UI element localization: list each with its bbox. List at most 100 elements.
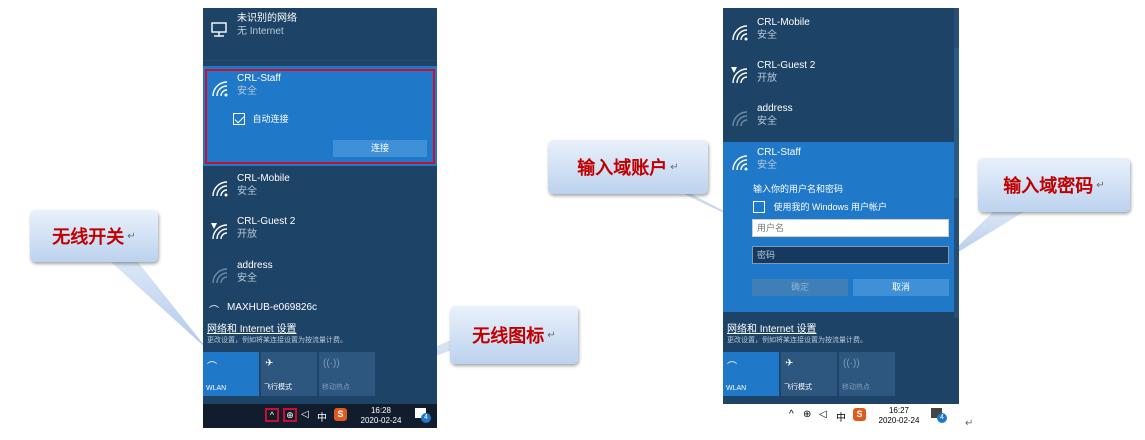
ok-button[interactable]: 确定 xyxy=(752,279,848,296)
callout-text: 输入域账户 xyxy=(577,158,668,179)
volume-icon[interactable]: ◁ xyxy=(301,409,309,420)
sogou-input-icon[interactable]: S xyxy=(334,408,347,421)
airplane-tile[interactable]: ✈ 飞行模式 xyxy=(261,352,317,396)
clock-date: 2020-02-24 xyxy=(878,416,920,425)
airplane-icon: ✈ xyxy=(785,358,794,369)
network-globe-icon[interactable]: ⊕ xyxy=(803,409,811,420)
wifi-weak-icon xyxy=(732,111,748,127)
show-hidden-icons-chevron-icon[interactable]: ^ xyxy=(265,408,279,422)
callout-text: 无线图标 xyxy=(472,326,545,347)
wlan-tile-label: WLAN xyxy=(726,385,747,392)
username-input[interactable]: 用户名 xyxy=(752,219,949,237)
wifi-icon: ⌒ xyxy=(207,362,217,373)
callout-text: 输入域密码 xyxy=(1003,176,1094,197)
mobile-hotspot-tile-label: 移动热点 xyxy=(842,384,870,391)
tail-wireless-switch xyxy=(100,252,208,350)
ime-indicator[interactable]: 中 xyxy=(836,409,846,424)
wifi-icon xyxy=(732,155,748,171)
paragraph-mark: ↵ xyxy=(965,418,974,429)
wifi-icon xyxy=(732,25,748,41)
network-name: CRL-Staff xyxy=(757,147,801,158)
network-status: 安全 xyxy=(757,160,777,171)
use-windows-account-checkbox[interactable] xyxy=(753,200,765,213)
mobile-hotspot-tile-label: 移动热点 xyxy=(322,384,350,391)
callout-wireless-switch: 无线开关 ↵ xyxy=(30,210,158,262)
callout-domain-account: 输入域账户 ↵ xyxy=(548,140,708,194)
volume-icon[interactable]: ◁ xyxy=(819,409,827,420)
network-unidentified[interactable]: 未识别的网络 无 Internet xyxy=(203,12,437,40)
notification-center-icon[interactable]: 4 xyxy=(931,408,947,423)
callout-tails xyxy=(100,178,1030,410)
network-name: CRL-Mobile xyxy=(757,17,810,28)
network-settings-link[interactable]: 网络和 Internet 设置 xyxy=(203,320,437,335)
network-settings-link[interactable]: 网络和 Internet 设置 xyxy=(723,320,959,335)
paragraph-mark: ↵ xyxy=(670,161,679,173)
airplane-tile-label: 飞行模式 xyxy=(264,384,292,391)
callout-wireless-icon: 无线图标 ↵ xyxy=(450,306,578,364)
notification-center-icon[interactable]: 4 xyxy=(415,408,431,423)
wifi-icon: ⌒ xyxy=(727,362,737,373)
clock-time: 16:28 xyxy=(370,406,392,415)
notification-badge: 4 xyxy=(937,413,947,423)
network-name: address xyxy=(757,103,793,114)
network-status: 开放 xyxy=(757,73,777,84)
credential-prompt: 输入你的用户名和密码 xyxy=(753,184,844,194)
network-crl-mobile[interactable]: CRL-Mobile 安全 xyxy=(723,16,959,44)
network-status: 安全 xyxy=(237,273,257,284)
wifi-warning-icon xyxy=(731,67,748,84)
wlan-tile-label: WLAN xyxy=(206,385,227,392)
mobile-hotspot-tile[interactable]: ((·)) 移动热点 xyxy=(319,352,375,396)
network-crl-guest-2[interactable]: CRL-Guest 2 开放 xyxy=(203,215,437,243)
wifi-icon: ⌒ xyxy=(209,306,219,314)
wired-network-icon xyxy=(211,22,227,37)
network-status: 安全 xyxy=(237,186,257,197)
airplane-tile[interactable]: ✈ 飞行模式 xyxy=(781,352,837,396)
taskbar: ^ ⊕ ◁ 中 S 16:27 2020-02-24 4 xyxy=(723,404,959,428)
clock-date: 2020-02-24 xyxy=(360,416,402,425)
divider xyxy=(203,60,437,61)
network-row: CRL-Staff 安全 xyxy=(723,146,954,174)
clock[interactable]: 16:27 2020-02-24 xyxy=(871,406,927,426)
network-name: 未识别的网络 xyxy=(237,13,297,24)
wlan-tile[interactable]: ⌒ WLAN xyxy=(723,352,779,396)
network-status: 安全 xyxy=(757,30,777,41)
cancel-button[interactable]: 取消 xyxy=(853,279,949,296)
network-settings-desc: 更改设置，例如将某连接设置为按流量计费。 xyxy=(727,337,867,344)
sogou-input-icon[interactable]: S xyxy=(853,408,866,421)
paragraph-mark: ↵ xyxy=(127,230,136,242)
password-input[interactable]: 密码 xyxy=(752,246,949,264)
network-status: 无 Internet xyxy=(237,26,284,37)
right-network-flyout: CRL-Mobile 安全 CRL-Guest 2 开放 address 安全 … xyxy=(723,8,959,428)
use-windows-account-label: 使用我的 Windows 用户帐户 xyxy=(773,202,888,212)
network-name: CRL-Guest 2 xyxy=(757,60,816,71)
network-name: CRL-Guest 2 xyxy=(237,216,296,227)
wlan-tile[interactable]: ⌒ WLAN xyxy=(203,352,259,396)
mobile-hotspot-tile[interactable]: ((·)) 移动热点 xyxy=(839,352,895,396)
hotspot-icon: ((·)) xyxy=(843,358,860,369)
network-crl-mobile[interactable]: CRL-Mobile 安全 xyxy=(203,172,437,200)
network-address[interactable]: address 安全 xyxy=(203,259,437,287)
left-network-flyout: 未识别的网络 无 Internet CRL-Staff 安全 自动连接 连接 C… xyxy=(203,8,437,428)
use-windows-account-option[interactable]: 使用我的 Windows 用户帐户 xyxy=(753,200,887,213)
network-selected-crl-staff[interactable]: CRL-Staff 安全 输入你的用户名和密码 使用我的 Windows 用户帐… xyxy=(723,142,954,312)
network-name: address xyxy=(237,260,273,271)
wifi-weak-icon xyxy=(212,268,228,284)
paragraph-mark: ↵ xyxy=(547,329,556,341)
network-globe-icon[interactable]: ⊕ xyxy=(283,408,297,422)
network-maxhub[interactable]: ⌒ MAXHUB-e069826c xyxy=(203,302,437,314)
notification-badge: 4 xyxy=(421,413,431,423)
ime-indicator[interactable]: 中 xyxy=(317,409,327,424)
show-hidden-icons-chevron-icon[interactable]: ^ xyxy=(789,409,794,420)
callout-text: 无线开关 xyxy=(52,227,125,248)
network-status: 安全 xyxy=(757,116,777,127)
network-crl-guest-2[interactable]: CRL-Guest 2 开放 xyxy=(723,59,959,87)
network-name: CRL-Mobile xyxy=(237,173,290,184)
paragraph-mark: ↵ xyxy=(1096,179,1105,191)
highlight-box xyxy=(205,69,435,164)
clock[interactable]: 16:28 2020-02-24 xyxy=(353,406,409,426)
screenshot-canvas: 未识别的网络 无 Internet CRL-Staff 安全 自动连接 连接 C… xyxy=(0,0,1145,440)
wifi-warning-icon xyxy=(211,223,228,240)
network-address[interactable]: address 安全 xyxy=(723,102,959,130)
network-status: 开放 xyxy=(237,229,257,240)
clock-time: 16:27 xyxy=(888,406,910,415)
